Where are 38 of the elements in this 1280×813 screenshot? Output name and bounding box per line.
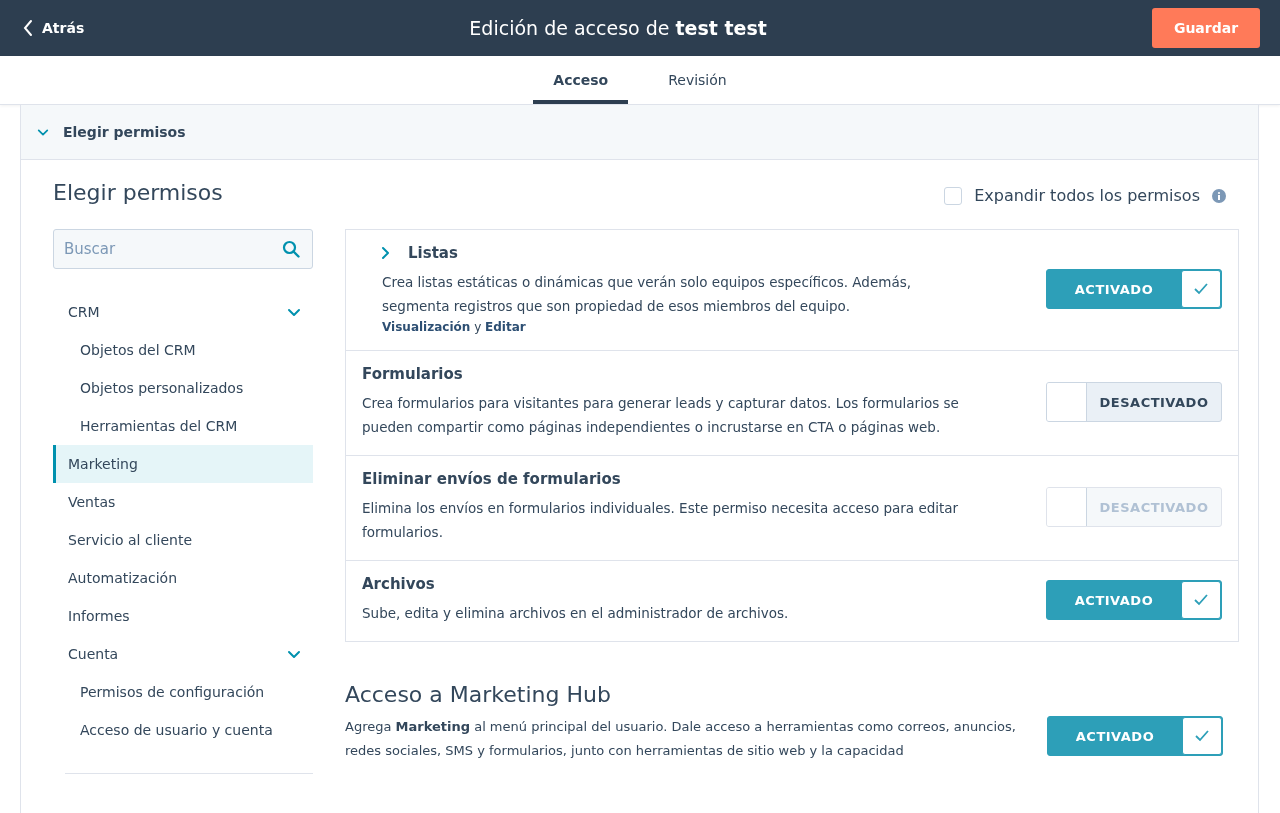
tab[interactable]: Revisión	[648, 56, 747, 104]
permission-description: Crea listas estáticas o dinámicas que verán solo equipos específicos. Además, segmenta registros que son propiedad de esos miembros del equipo.	[382, 273, 912, 316]
permission-title: Formularios	[362, 365, 463, 383]
nav-item[interactable]: Objetos personalizados	[53, 369, 313, 407]
hub-description: Agrega Marketing al menú principal del usuario. Dale acceso a herramientas como correos, anuncios, redes sociales, SMS y formularios, junto con herramientas de sitio web y la capacidad	[345, 718, 1017, 760]
search-field[interactable]: Buscar	[53, 229, 313, 269]
search-icon[interactable]	[282, 240, 300, 258]
nav-item[interactable]: Ventas	[53, 483, 313, 521]
nav-item[interactable]: Marketing	[53, 445, 313, 483]
nav-item[interactable]: Cuenta	[53, 635, 313, 673]
permission-link[interactable]: Editar	[485, 320, 526, 334]
toggle-switch[interactable]: DESACTIVADO	[1046, 382, 1222, 422]
info-icon[interactable]	[1212, 188, 1226, 203]
heading: Elegir permisos	[53, 180, 223, 205]
permission-title: Archivos	[362, 575, 435, 593]
nav-item[interactable]: Servicio al cliente	[53, 521, 313, 559]
permission-title: Eliminar envíos de formularios	[362, 470, 621, 488]
nav-item[interactable]: Informes	[53, 597, 313, 635]
checkbox-label: Expandir todos los permisos	[974, 186, 1200, 205]
hub-heading: Acceso a Marketing Hub	[345, 682, 612, 707]
permission-description: Crea formularios para visitantes para generar leads y capturar datos. Los formularios se pueden compartir como páginas independientes o incrustarse en CTA o páginas web.	[362, 394, 960, 437]
permission-description: Sube, edita y elimina archivos en el administrador de archivos.	[362, 604, 790, 623]
nav-item[interactable]: CRM	[53, 293, 313, 331]
nav-item[interactable]: Objetos del CRM	[53, 331, 313, 369]
nav-item[interactable]: Permisos de configuración	[53, 673, 313, 711]
permission-description: Elimina los envíos en formularios individuales. Este permiso necesita acceso para editar formularios.	[362, 499, 960, 542]
nav-item[interactable]: Acceso de usuario y cuenta	[53, 711, 313, 749]
section-header[interactable]: Elegir permisos	[21, 105, 1258, 160]
section-title: Elegir permisos	[63, 124, 186, 140]
page-title: Edición de acceso de test test	[469, 17, 767, 39]
nav-item[interactable]: Automatización	[53, 559, 313, 597]
permission-link[interactable]: Visualización	[382, 320, 471, 334]
nav-item[interactable]: Herramientas del CRM	[53, 407, 313, 445]
permission-title: Listas	[408, 244, 458, 262]
chevron-icon[interactable]	[37, 126, 49, 138]
back-button[interactable]: Atrás	[22, 19, 85, 37]
checkbox[interactable]	[944, 186, 963, 205]
conjunction: y	[474, 320, 482, 334]
